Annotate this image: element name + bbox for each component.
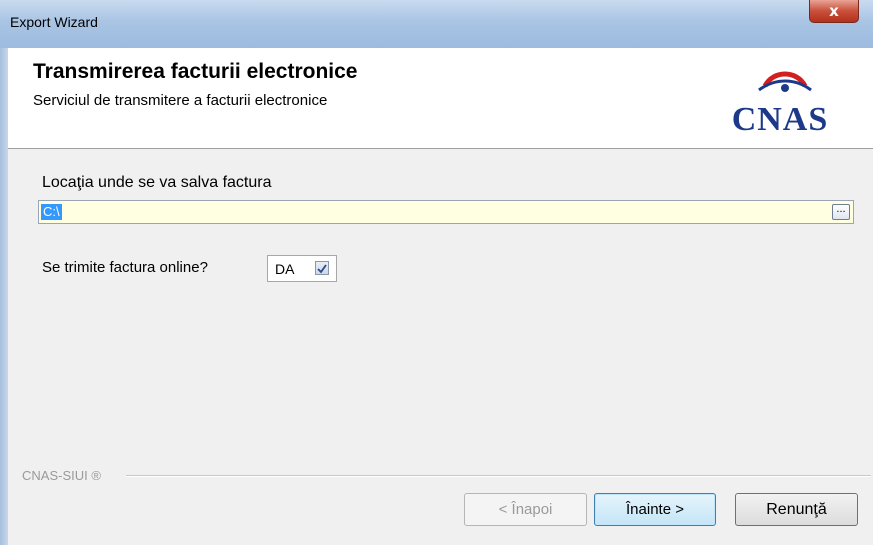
close-icon: x (829, 2, 839, 20)
location-label: Locaţia unde se va salva factura (42, 174, 272, 191)
export-wizard-window: Export Wizard x Transmirerea facturii el… (0, 0, 873, 545)
logo-text: CNAS (732, 101, 829, 138)
footer-brand: CNAS-SIUI ® (22, 468, 101, 483)
page-subtitle: Serviciul de transmitere a facturii elec… (33, 92, 328, 109)
send-online-option: DA (275, 261, 295, 277)
send-online-checkbox[interactable] (315, 261, 329, 275)
window-frame-left (0, 48, 8, 545)
browse-button[interactable]: ... (832, 204, 850, 220)
page-title: Transmirerea facturii electronice (33, 60, 358, 83)
location-input[interactable]: C:\ ... (38, 200, 854, 224)
location-value[interactable]: C:\ (41, 204, 62, 220)
cnas-logo: CNAS (732, 71, 829, 138)
logo-eye-icon (781, 84, 789, 92)
send-online-label: Se trimite factura online? (42, 259, 208, 276)
cancel-button[interactable]: Renunţă (735, 493, 858, 526)
wizard-header: Transmirerea facturii electronice Servic… (8, 48, 873, 149)
next-button[interactable]: Înainte > (594, 493, 716, 526)
back-button[interactable]: < Înapoi (464, 493, 587, 526)
send-online-field[interactable]: DA (267, 255, 337, 282)
window-title: Export Wizard (10, 14, 98, 30)
checkmark-icon (317, 264, 327, 274)
footer-divider (126, 475, 871, 477)
title-bar[interactable]: Export Wizard x (0, 0, 873, 48)
close-button[interactable]: x (809, 0, 859, 23)
wizard-content: Locaţia unde se va salva factura C:\ ...… (8, 149, 873, 545)
